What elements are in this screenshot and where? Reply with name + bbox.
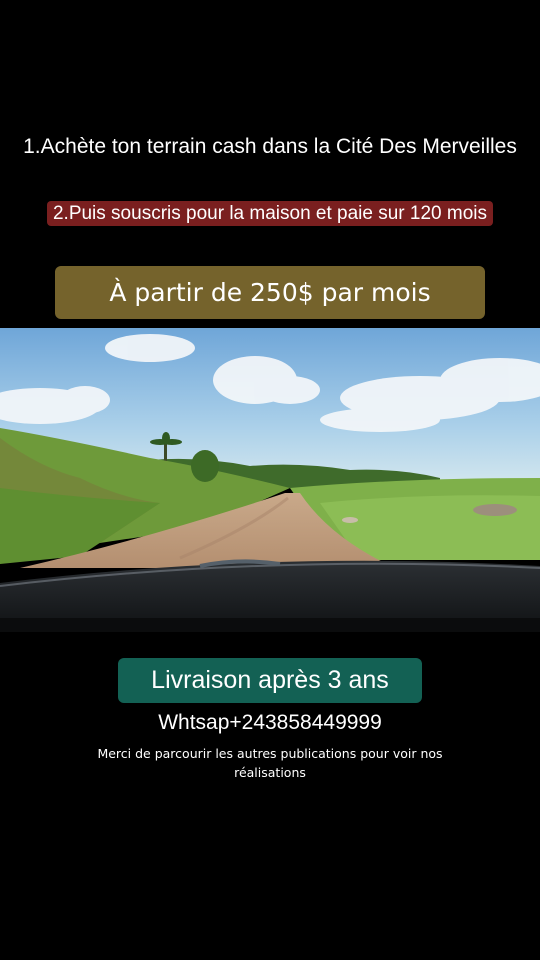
caption-line-2: 2.Puis souscris pour la maison et paie s… <box>46 201 494 226</box>
footer-note: Merci de parcourir les autres publicatio… <box>97 746 443 780</box>
delivery-badge: Livraison après 3 ans <box>118 658 422 703</box>
caption-line-1: 1.Achète ton terrain cash dans la Cité D… <box>23 135 517 158</box>
road-photo <box>0 328 540 632</box>
price-badge: À partir de 250$ par mois <box>55 266 485 319</box>
road-photo-illustration <box>0 328 540 632</box>
contact-phone: Whtsap+243858449999 <box>158 711 382 734</box>
caption-line-2-wrap: 2.Puis souscris pour la maison et paie s… <box>0 199 540 228</box>
